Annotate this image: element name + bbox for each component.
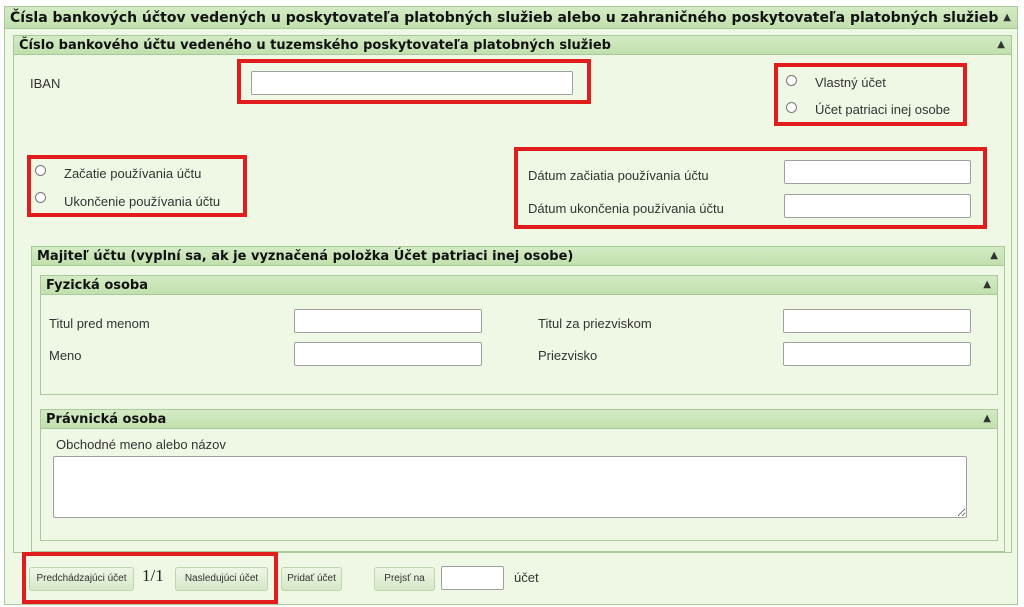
account-word-label: účet <box>514 570 539 585</box>
chevron-up-icon[interactable]: ▲ <box>997 36 1005 54</box>
chevron-up-icon[interactable]: ▲ <box>983 410 991 428</box>
company-panel-header[interactable]: Právnická osoba ▲ <box>41 410 997 429</box>
go-to-input[interactable] <box>441 566 504 590</box>
first-name-label: Meno <box>49 348 82 363</box>
highlight-box-navigation <box>22 552 278 604</box>
owner-panel-header[interactable]: Majiteľ účtu (vyplní sa, ak je vyznačená… <box>32 247 1004 266</box>
company-name-textarea[interactable] <box>53 456 967 518</box>
company-name-label: Obchodné meno alebo názov <box>56 437 226 452</box>
domestic-account-header[interactable]: Číslo bankového účtu vedeného u tuzemské… <box>14 36 1011 55</box>
go-to-button[interactable]: Prejsť na <box>374 567 435 591</box>
person-panel-header[interactable]: Fyzická osoba ▲ <box>41 276 997 295</box>
person-panel-title: Fyzická osoba <box>46 278 148 293</box>
chevron-up-icon[interactable]: ▲ <box>1003 7 1011 28</box>
last-name-input[interactable] <box>783 342 971 366</box>
title-before-input[interactable] <box>294 309 482 333</box>
person-panel: Fyzická osoba ▲ <box>40 275 998 395</box>
chevron-up-icon[interactable]: ▲ <box>990 247 998 265</box>
highlight-box-usage <box>27 155 247 217</box>
first-name-input[interactable] <box>294 342 482 366</box>
accounts-panel-title: Čísla bankových účtov vedených u poskyto… <box>10 10 999 26</box>
title-after-label: Titul za priezviskom <box>538 316 652 331</box>
highlight-box-dates <box>514 147 987 229</box>
title-before-label: Titul pred menom <box>49 316 150 331</box>
chevron-up-icon[interactable]: ▲ <box>983 276 991 294</box>
add-account-button[interactable]: Pridať účet <box>281 567 342 591</box>
owner-panel-title: Majiteľ účtu (vyplní sa, ak je vyznačená… <box>37 249 574 264</box>
highlight-box-iban <box>237 59 591 104</box>
domestic-account-title: Číslo bankového účtu vedeného u tuzemské… <box>19 38 611 53</box>
last-name-label: Priezvisko <box>538 348 598 363</box>
highlight-box-ownership <box>774 63 967 126</box>
iban-label: IBAN <box>30 76 61 91</box>
accounts-panel-header[interactable]: Čísla bankových účtov vedených u poskyto… <box>5 7 1017 29</box>
title-after-input[interactable] <box>783 309 971 333</box>
company-panel-title: Právnická osoba <box>46 412 167 427</box>
